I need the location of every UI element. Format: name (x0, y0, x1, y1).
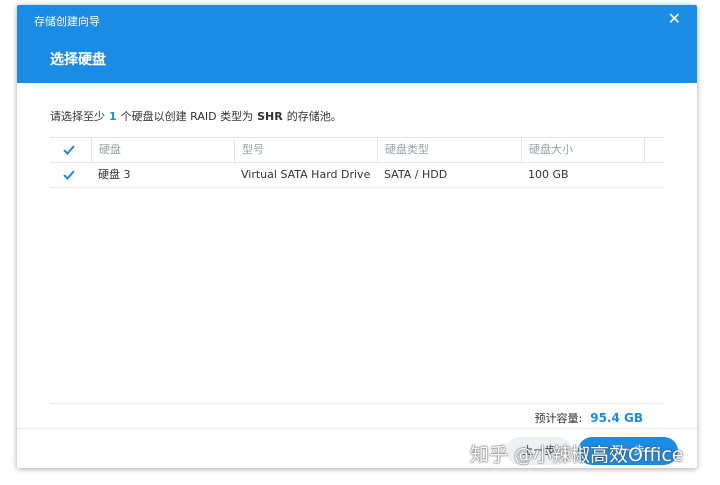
checkmark-icon (63, 170, 75, 180)
column-header-size[interactable]: 硬盘大小 (521, 138, 644, 162)
raid-type: SHR (257, 110, 283, 123)
column-header-disk[interactable]: 硬盘 (91, 138, 234, 162)
column-header-type[interactable]: 硬盘类型 (377, 138, 521, 162)
disk-size: 100 GB (528, 168, 569, 181)
disk-type: SATA / HDD (384, 168, 448, 181)
disk-model: Virtual SATA Hard Drive (241, 168, 371, 181)
disk-table: 硬盘 型号 硬盘类型 硬盘大小 硬盘 3 Virtual SATA Hard D… (50, 137, 664, 188)
estimated-capacity: 预计容量: 95.4 GB (535, 410, 644, 426)
table-row[interactable]: 硬盘 3 Virtual SATA Hard Drive SATA / HDD … (50, 163, 664, 188)
capacity-value: 95.4 GB (590, 411, 643, 425)
select-all-checkbox[interactable] (50, 138, 91, 162)
disk-name: 硬盘 3 (98, 168, 131, 181)
footer-divider (17, 428, 697, 429)
checkmark-icon (63, 145, 75, 155)
table-header: 硬盘 型号 硬盘类型 硬盘大小 (50, 137, 664, 163)
instruction-prefix: 请选择至少 (50, 110, 105, 123)
instruction-middle: 个硬盘以创建 RAID 类型为 (120, 110, 254, 123)
divider (50, 403, 664, 404)
column-header-spacer (644, 138, 664, 162)
instruction-suffix: 的存储池。 (286, 110, 342, 123)
row-checkbox[interactable] (50, 163, 91, 187)
step-title: 选择硬盘 (50, 52, 106, 68)
capacity-label: 预计容量: (534, 412, 583, 425)
column-header-model[interactable]: 型号 (234, 138, 377, 162)
wizard-title: 存储创建向导 (34, 15, 100, 28)
next-button[interactable]: 下一步 (578, 437, 678, 465)
back-button[interactable]: 上一步 (506, 437, 572, 465)
storage-wizard-dialog: 存储创建向导 ✕ 选择硬盘 请选择至少 1 个硬盘以创建 RAID 类型为 SHR 的存… (17, 5, 697, 468)
dialog-header: 存储创建向导 ✕ 选择硬盘 (17, 5, 697, 83)
close-icon[interactable]: ✕ (668, 9, 681, 29)
instruction-text: 请选择至少 1 个硬盘以创建 RAID 类型为 SHR 的存储池。 (50, 108, 342, 124)
min-disk-count: 1 (109, 110, 117, 123)
